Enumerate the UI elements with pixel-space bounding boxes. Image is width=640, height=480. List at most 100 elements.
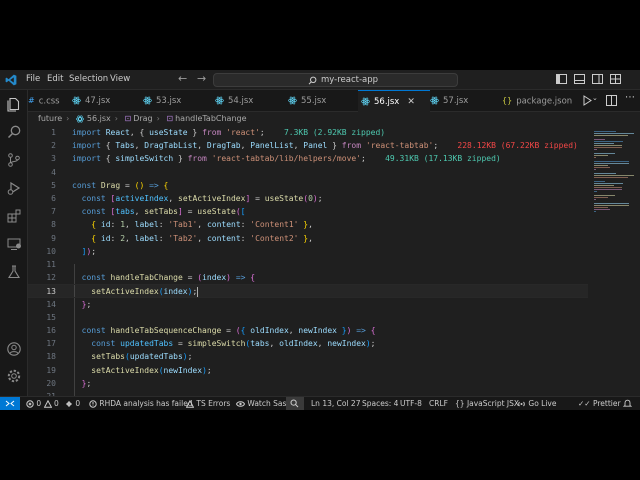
minimap-line bbox=[594, 181, 605, 182]
go-live-button[interactable]: Go Live bbox=[517, 398, 557, 410]
tab-55-jsx[interactable]: 55.jsx bbox=[288, 90, 326, 112]
code-line[interactable]: 14 }; bbox=[28, 298, 588, 311]
toggle-secondary-sidebar-icon[interactable] bbox=[592, 74, 603, 84]
code-line[interactable]: 4 bbox=[28, 166, 588, 179]
run-dropdown-chevron-down-icon[interactable]: ⌄ bbox=[592, 94, 598, 102]
minimap-line bbox=[594, 173, 616, 174]
code-line[interactable]: 12 const handleTabChange = (index) => { bbox=[28, 271, 588, 284]
search-icon bbox=[308, 76, 317, 85]
go-back-icon[interactable]: ← bbox=[178, 72, 187, 85]
minimap[interactable] bbox=[588, 126, 640, 396]
encoding-setting[interactable]: UTF-8 bbox=[400, 398, 422, 410]
tab-47-jsx[interactable]: 47.jsx bbox=[72, 90, 110, 112]
code-text: const [activeIndex, setActiveIndex] = us… bbox=[81, 194, 323, 203]
customize-layout-icon[interactable] bbox=[610, 74, 621, 84]
testing-icon[interactable] bbox=[6, 264, 22, 280]
line-number: 16 bbox=[46, 326, 56, 335]
line-number: 17 bbox=[46, 339, 56, 349]
remote-indicator[interactable] bbox=[0, 397, 20, 410]
toggle-sidebar-icon[interactable] bbox=[556, 74, 567, 84]
status-search-button[interactable] bbox=[286, 397, 304, 410]
tab-label: 56.jsx bbox=[374, 97, 400, 107]
code-line[interactable]: 20 }; bbox=[28, 377, 588, 390]
manage-gear-icon[interactable] bbox=[6, 368, 22, 384]
breadcrumb-symbol[interactable]: Drag bbox=[133, 114, 152, 123]
remote-icon bbox=[5, 400, 15, 407]
line-number: 15 bbox=[46, 312, 56, 322]
split-editor-icon[interactable] bbox=[606, 95, 617, 106]
breadcrumb-function[interactable]: handleTabChange bbox=[175, 114, 246, 123]
react-file-icon bbox=[361, 97, 370, 106]
code-text: const [tabs, setTabs] = useState([ bbox=[81, 207, 246, 217]
activity-bar bbox=[0, 90, 28, 396]
code-line[interactable]: 2 import { Tabs, DragTabList, DragTab, Pa… bbox=[28, 139, 588, 152]
prettier-status[interactable]: ✓✓ Prettier bbox=[578, 398, 621, 410]
extensions-icon[interactable] bbox=[6, 208, 22, 224]
menu-view[interactable]: View bbox=[110, 74, 130, 84]
minimap-line bbox=[594, 157, 597, 158]
eol-setting[interactable]: CRLF bbox=[429, 398, 448, 410]
more-actions-icon[interactable]: ⋯ bbox=[625, 92, 635, 103]
code-line[interactable]: 3 import { simpleSwitch } from 'react-tab… bbox=[28, 152, 588, 165]
go-forward-icon[interactable]: → bbox=[197, 72, 206, 85]
code-line[interactable]: 10 ]); bbox=[28, 245, 588, 258]
tab-57-jsx[interactable]: 57.jsx bbox=[430, 90, 468, 112]
line-number: 11 bbox=[46, 260, 56, 269]
language-mode[interactable]: {} JavaScript JSX bbox=[455, 398, 519, 410]
code-line[interactable]: 7 const [tabs, setTabs] = useState([ bbox=[28, 205, 588, 218]
problems-indicator[interactable]: 0 0 bbox=[26, 398, 59, 410]
code-line[interactable]: 11 bbox=[28, 258, 588, 271]
explorer-icon[interactable] bbox=[6, 96, 22, 112]
minimap-line bbox=[594, 133, 634, 134]
run-icon[interactable] bbox=[582, 95, 592, 106]
code-line[interactable]: 15 bbox=[28, 311, 588, 324]
search-icon[interactable] bbox=[6, 124, 22, 140]
command-center-search[interactable]: my-react-app bbox=[213, 73, 458, 87]
remote-explorer-icon[interactable] bbox=[6, 236, 22, 252]
run-debug-icon[interactable] bbox=[6, 180, 22, 196]
accounts-icon[interactable] bbox=[6, 341, 22, 357]
menu-edit[interactable]: Edit bbox=[47, 74, 63, 84]
ports-indicator[interactable]: 0 bbox=[65, 398, 80, 410]
ts-errors-status[interactable]: TS Errors bbox=[185, 398, 230, 410]
breadcrumb-folder[interactable]: future bbox=[38, 114, 62, 123]
code-line[interactable]: 18 setTabs(updatedTabs); bbox=[28, 350, 588, 363]
menu-file[interactable]: File bbox=[26, 74, 40, 84]
chevron-right-icon: › bbox=[66, 114, 70, 123]
watch-sass-label: Watch Sass bbox=[247, 399, 291, 408]
ports-icon bbox=[66, 401, 72, 407]
chevron-right-icon: › bbox=[156, 114, 160, 123]
tab-c-css[interactable]: # c.css bbox=[28, 90, 60, 112]
code-line[interactable]: 1 import React, { useState } from 'react'… bbox=[28, 126, 588, 139]
code-line[interactable]: 16 const handleTabSequenceChange = ({ ol… bbox=[28, 324, 588, 337]
warning-count: 0 bbox=[53, 399, 59, 408]
code-line[interactable]: 9 { id: 2, label: 'Tab2', content: 'Cont… bbox=[28, 232, 588, 245]
error-icon bbox=[26, 400, 34, 408]
toggle-panel-icon[interactable] bbox=[574, 74, 585, 84]
tab-54-jsx[interactable]: 54.jsx bbox=[215, 90, 253, 112]
code-line[interactable]: 5 const Drag = () => { bbox=[28, 179, 588, 192]
source-control-icon[interactable] bbox=[6, 152, 22, 168]
code-line[interactable]: 17 const updatedTabs = simpleSwitch(tabs… bbox=[28, 337, 588, 350]
tab-package-json[interactable]: {} package.json bbox=[502, 90, 572, 112]
code-line[interactable]: 13 setActiveIndex(index); bbox=[28, 284, 588, 298]
menu-selection[interactable]: Selection bbox=[69, 74, 108, 84]
tab-53-jsx[interactable]: 53.jsx bbox=[143, 90, 181, 112]
css-file-icon: # bbox=[28, 96, 35, 105]
minimap-line bbox=[594, 155, 609, 156]
bell-icon[interactable] bbox=[623, 399, 632, 408]
cursor-position[interactable]: Ln 13, Col 27 bbox=[311, 398, 360, 410]
code-line[interactable]: 8 { id: 1, label: 'Tab1', content: 'Cont… bbox=[28, 218, 588, 231]
breadcrumb: future › 56.jsx › ⊡ Drag › ⊡ handleTabChange bbox=[28, 112, 588, 126]
code-text: { id: 1, label: 'Tab1', content: 'Conten… bbox=[91, 220, 313, 230]
code-line[interactable]: 6 const [activeIndex, setActiveIndex] = … bbox=[28, 192, 588, 205]
watch-sass-button[interactable]: Watch Sass bbox=[235, 398, 291, 410]
vscode-window: File Edit Selection View ← → my-react-ap… bbox=[0, 70, 640, 410]
breadcrumb-file[interactable]: 56.jsx bbox=[87, 114, 111, 123]
code-line[interactable]: 19 setActiveIndex(newIndex); bbox=[28, 364, 588, 377]
close-tab-icon[interactable]: ✕ bbox=[407, 97, 415, 107]
tab-56-jsx[interactable]: 56.jsx ✕ bbox=[358, 90, 430, 112]
code-editor[interactable]: 1 import React, { useState } from 'react'… bbox=[28, 126, 588, 401]
indentation-setting[interactable]: Spaces: 4 bbox=[362, 398, 398, 410]
rhda-status[interactable]: RHDA analysis has failed bbox=[89, 398, 193, 410]
